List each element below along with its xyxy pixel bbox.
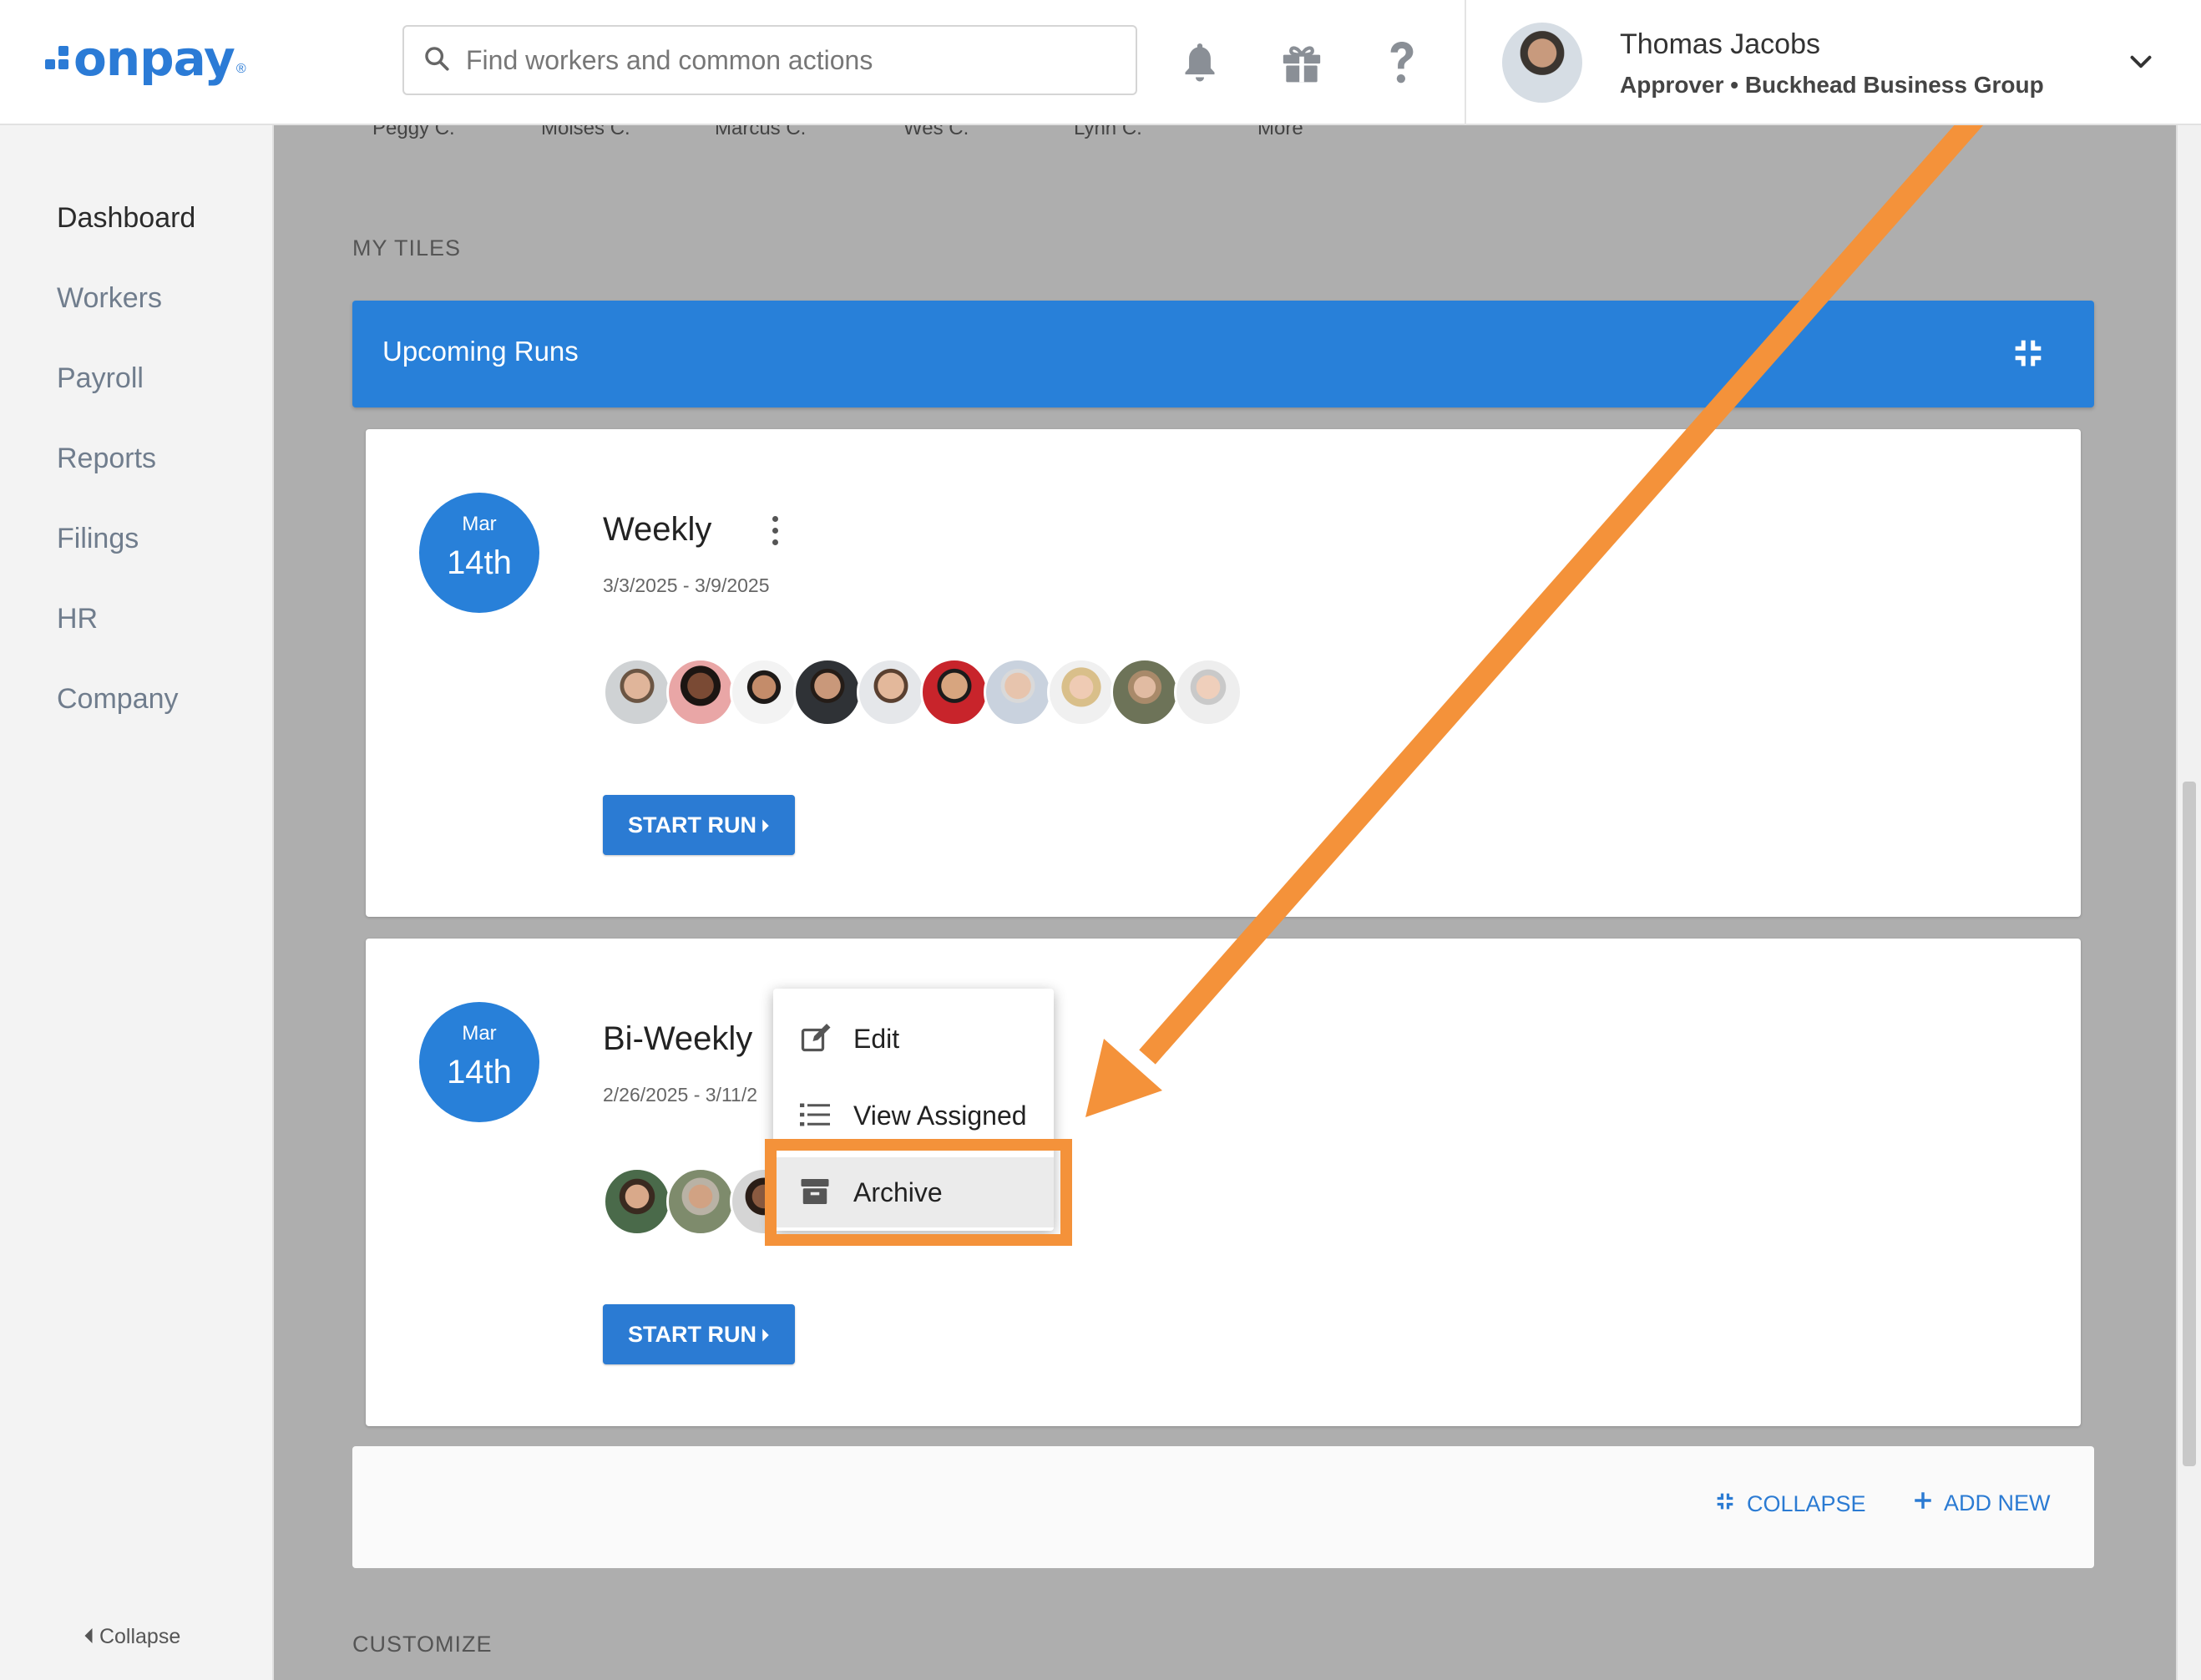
sidebar-item-reports[interactable]: Reports bbox=[57, 443, 156, 475]
customize-heading: CUSTOMIZE bbox=[352, 1632, 493, 1657]
user-avatar bbox=[1502, 23, 1582, 103]
gift-icon[interactable] bbox=[1273, 33, 1331, 92]
run-date-badge: Mar 14th bbox=[419, 493, 539, 613]
user-role: Approver • Buckhead Business Group bbox=[1620, 72, 2044, 98]
bell-icon[interactable] bbox=[1171, 33, 1229, 92]
collapse-icon bbox=[1713, 1490, 1737, 1519]
worker-name[interactable]: Wes C. bbox=[903, 125, 969, 140]
search-box[interactable] bbox=[402, 25, 1137, 95]
worker-avatar[interactable] bbox=[857, 658, 925, 726]
chevron-down-icon[interactable] bbox=[2126, 47, 2156, 81]
top-bar: onpay ® Thomas Jacobs Approver • Buckhea… bbox=[0, 0, 2201, 125]
more-options-icon[interactable] bbox=[765, 511, 785, 551]
onpay-logo[interactable]: onpay ® bbox=[45, 32, 246, 85]
sidebar-item-payroll[interactable]: Payroll bbox=[57, 362, 144, 395]
worker-avatar[interactable] bbox=[984, 658, 1052, 726]
run-name: Weekly bbox=[603, 511, 712, 548]
archive-highlight bbox=[765, 1139, 1072, 1246]
collapse-tile-icon[interactable] bbox=[2009, 334, 2047, 377]
worker-avatar[interactable] bbox=[666, 1167, 735, 1236]
worker-avatar[interactable] bbox=[603, 1167, 671, 1236]
logo-text: onpay bbox=[73, 30, 235, 87]
sidebar-item-hr[interactable]: HR bbox=[57, 603, 98, 635]
menu-item-label: Edit bbox=[853, 1023, 900, 1054]
run-day: 14th bbox=[447, 544, 512, 581]
worker-name[interactable]: Marcus C. bbox=[715, 125, 806, 140]
worker-avatar[interactable] bbox=[1174, 658, 1242, 726]
worker-name[interactable]: Lynn C. bbox=[1074, 125, 1142, 140]
search-input[interactable] bbox=[466, 44, 1117, 76]
sidebar-collapse-label: Collapse bbox=[99, 1625, 181, 1648]
menu-item-edit[interactable]: Edit bbox=[773, 1004, 1054, 1074]
logo-registered-mark: ® bbox=[235, 62, 246, 76]
my-tiles-heading: MY TILES bbox=[352, 235, 462, 261]
list-icon bbox=[800, 1101, 830, 1133]
upcoming-runs-header: Upcoming Runs bbox=[352, 301, 2094, 407]
start-run-button[interactable]: START RUN bbox=[603, 795, 795, 855]
run-day: 14th bbox=[447, 1054, 512, 1090]
worker-avatar[interactable] bbox=[1047, 658, 1116, 726]
run-card-biweekly: Mar 14th Bi-Weekly 2/26/2025 - 3/11/2 ST… bbox=[366, 939, 2081, 1426]
sidebar-item-filings[interactable]: Filings bbox=[57, 523, 139, 555]
run-dates: 2/26/2025 - 3/11/2 bbox=[603, 1084, 757, 1106]
run-dates: 3/3/2025 - 3/9/2025 bbox=[603, 574, 770, 596]
scrollbar-thumb[interactable] bbox=[2183, 782, 2196, 1466]
worker-avatar[interactable] bbox=[730, 658, 798, 726]
caret-right-icon bbox=[761, 812, 770, 838]
worker-avatar[interactable] bbox=[1111, 658, 1179, 726]
plus-icon bbox=[1912, 1490, 1934, 1517]
worker-avatar[interactable] bbox=[793, 658, 862, 726]
tile-title: Upcoming Runs bbox=[382, 336, 579, 367]
more-workers-link[interactable]: More bbox=[1257, 125, 1303, 140]
collapse-label: COLLAPSE bbox=[1747, 1491, 1866, 1516]
run-month: Mar bbox=[462, 1022, 497, 1045]
start-run-label: START RUN bbox=[628, 1321, 756, 1347]
sidebar-item-company[interactable]: Company bbox=[57, 683, 179, 716]
caret-left-icon bbox=[83, 1625, 94, 1648]
start-run-label: START RUN bbox=[628, 812, 756, 837]
worker-avatar[interactable] bbox=[666, 658, 735, 726]
user-name: Thomas Jacobs bbox=[1620, 28, 1820, 60]
run-name: Bi-Weekly bbox=[603, 1020, 753, 1057]
worker-avatar[interactable] bbox=[920, 658, 989, 726]
user-menu[interactable]: Thomas Jacobs Approver • Buckhead Busine… bbox=[1465, 0, 2201, 125]
sidebar-collapse-button[interactable]: Collapse bbox=[83, 1625, 180, 1649]
menu-item-label: View Assigned bbox=[853, 1100, 1027, 1131]
run-date-badge: Mar 14th bbox=[419, 1002, 539, 1122]
worker-name[interactable]: Peggy C. bbox=[372, 125, 455, 140]
caret-right-icon bbox=[761, 1322, 770, 1348]
add-new-label: ADD NEW bbox=[1944, 1490, 2051, 1516]
worker-avatar[interactable] bbox=[603, 658, 671, 726]
start-run-button[interactable]: START RUN bbox=[603, 1304, 795, 1364]
search-icon bbox=[422, 44, 451, 77]
sidebar: Dashboard Workers Payroll Reports Filing… bbox=[0, 125, 274, 1680]
run-month: Mar bbox=[462, 513, 497, 535]
add-new-button[interactable]: ADD NEW bbox=[1912, 1490, 2051, 1517]
run-card-weekly: Mar 14th Weekly 3/3/2025 - 3/9/2025 STAR… bbox=[366, 429, 2081, 917]
assigned-workers[interactable] bbox=[603, 658, 1254, 726]
logo-mark bbox=[45, 46, 70, 71]
tile-footer: COLLAPSE ADD NEW bbox=[352, 1446, 2094, 1568]
sidebar-item-dashboard[interactable]: Dashboard bbox=[57, 202, 195, 235]
scrollbar[interactable] bbox=[2176, 125, 2201, 1680]
help-icon[interactable] bbox=[1373, 33, 1431, 92]
sidebar-item-workers[interactable]: Workers bbox=[57, 282, 162, 315]
collapse-button[interactable]: COLLAPSE bbox=[1713, 1490, 1866, 1519]
worker-name[interactable]: Moises C. bbox=[541, 125, 630, 140]
main-content: Peggy C. Moises C. Marcus C. Wes C. Lynn… bbox=[274, 125, 2176, 1680]
edit-icon bbox=[800, 1024, 833, 1058]
